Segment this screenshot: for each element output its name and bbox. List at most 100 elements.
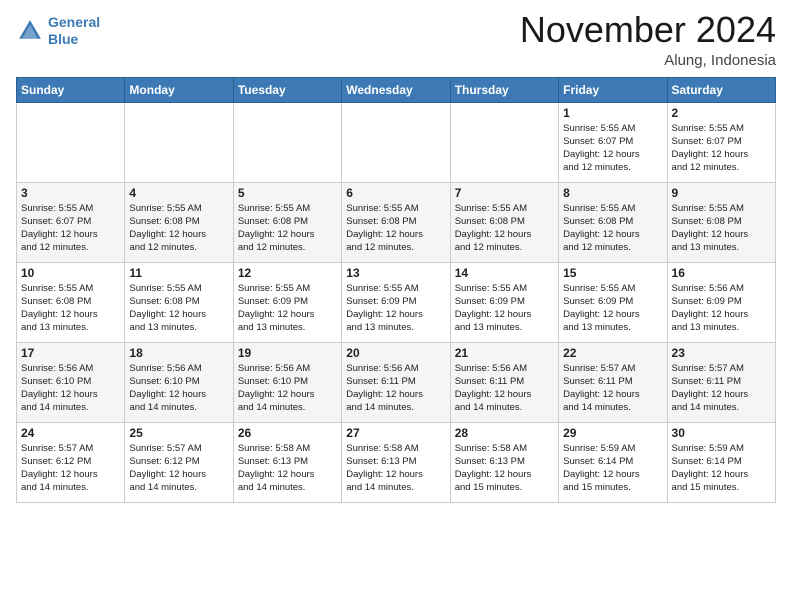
day-number: 25: [129, 426, 228, 440]
day-info: Sunrise: 5:55 AM Sunset: 6:08 PM Dayligh…: [563, 202, 662, 255]
calendar-cell: 5 Sunrise: 5:55 AM Sunset: 6:08 PM Daylig…: [233, 182, 341, 262]
day-info: Sunrise: 5:58 AM Sunset: 6:13 PM Dayligh…: [238, 442, 337, 495]
day-info: Sunrise: 5:56 AM Sunset: 6:09 PM Dayligh…: [672, 282, 771, 335]
day-info: Sunrise: 5:55 AM Sunset: 6:07 PM Dayligh…: [563, 122, 662, 175]
calendar-table: SundayMondayTuesdayWednesdayThursdayFrid…: [16, 77, 776, 503]
day-info: Sunrise: 5:55 AM Sunset: 6:08 PM Dayligh…: [21, 282, 120, 335]
col-header-thursday: Thursday: [450, 77, 558, 102]
day-number: 24: [21, 426, 120, 440]
header: General Blue November 2024 Alung, Indone…: [16, 10, 776, 69]
day-number: 20: [346, 346, 445, 360]
calendar-cell: 25Sunrise: 5:57 AM Sunset: 6:12 PM Dayli…: [125, 422, 233, 502]
day-number: 10: [21, 266, 120, 280]
day-info: Sunrise: 5:56 AM Sunset: 6:10 PM Dayligh…: [21, 362, 120, 415]
col-header-monday: Monday: [125, 77, 233, 102]
day-info: Sunrise: 5:58 AM Sunset: 6:13 PM Dayligh…: [455, 442, 554, 495]
day-number: 7: [455, 186, 554, 200]
day-info: Sunrise: 5:57 AM Sunset: 6:11 PM Dayligh…: [563, 362, 662, 415]
calendar-cell: [450, 102, 558, 182]
calendar-cell: 29Sunrise: 5:59 AM Sunset: 6:14 PM Dayli…: [559, 422, 667, 502]
calendar-cell: 16 Sunrise: 5:56 AM Sunset: 6:09 PM Dayli…: [667, 262, 775, 342]
day-number: 5: [238, 186, 337, 200]
day-number: 6: [346, 186, 445, 200]
calendar-cell: [17, 102, 125, 182]
calendar-subtitle: Alung, Indonesia: [520, 52, 776, 69]
day-info: Sunrise: 5:57 AM Sunset: 6:11 PM Dayligh…: [672, 362, 771, 415]
col-header-tuesday: Tuesday: [233, 77, 341, 102]
calendar-cell: 22Sunrise: 5:57 AM Sunset: 6:11 PM Dayli…: [559, 342, 667, 422]
calendar-title: November 2024: [520, 10, 776, 50]
day-number: 18: [129, 346, 228, 360]
calendar-cell: 3 Sunrise: 5:55 AM Sunset: 6:07 PM Daylig…: [17, 182, 125, 262]
calendar-cell: 12Sunrise: 5:55 AM Sunset: 6:09 PM Dayli…: [233, 262, 341, 342]
calendar-cell: 4Sunrise: 5:55 AM Sunset: 6:08 PM Daylig…: [125, 182, 233, 262]
day-number: 23: [672, 346, 771, 360]
calendar-cell: 13 Sunrise: 5:55 AM Sunset: 6:09 PM Dayli…: [342, 262, 450, 342]
day-number: 9: [672, 186, 771, 200]
col-header-saturday: Saturday: [667, 77, 775, 102]
calendar-cell: 8 Sunrise: 5:55 AM Sunset: 6:08 PM Daylig…: [559, 182, 667, 262]
calendar-cell: 17 Sunrise: 5:56 AM Sunset: 6:10 PM Dayli…: [17, 342, 125, 422]
title-block: November 2024 Alung, Indonesia: [520, 10, 776, 69]
col-header-wednesday: Wednesday: [342, 77, 450, 102]
day-number: 1: [563, 106, 662, 120]
day-number: 26: [238, 426, 337, 440]
day-info: Sunrise: 5:55 AM Sunset: 6:08 PM Dayligh…: [238, 202, 337, 255]
day-number: 17: [21, 346, 120, 360]
day-number: 29: [563, 426, 662, 440]
calendar-cell: 26 Sunrise: 5:58 AM Sunset: 6:13 PM Dayli…: [233, 422, 341, 502]
calendar-cell: 7 Sunrise: 5:55 AM Sunset: 6:08 PM Daylig…: [450, 182, 558, 262]
logo-line2: Blue: [48, 31, 78, 47]
day-info: Sunrise: 5:55 AM Sunset: 6:08 PM Dayligh…: [455, 202, 554, 255]
logo-text: General Blue: [48, 14, 100, 48]
day-info: Sunrise: 5:55 AM Sunset: 6:08 PM Dayligh…: [129, 282, 228, 335]
page: General Blue November 2024 Alung, Indone…: [0, 0, 792, 612]
calendar-cell: 30 Sunrise: 5:59 AM Sunset: 6:14 PM Dayli…: [667, 422, 775, 502]
day-info: Sunrise: 5:55 AM Sunset: 6:09 PM Dayligh…: [455, 282, 554, 335]
calendar-cell: 11 Sunrise: 5:55 AM Sunset: 6:08 PM Dayli…: [125, 262, 233, 342]
day-number: 16: [672, 266, 771, 280]
logo: General Blue: [16, 10, 100, 48]
day-info: Sunrise: 5:55 AM Sunset: 6:07 PM Dayligh…: [672, 122, 771, 175]
day-number: 30: [672, 426, 771, 440]
day-number: 2: [672, 106, 771, 120]
col-header-sunday: Sunday: [17, 77, 125, 102]
calendar-cell: 15 Sunrise: 5:55 AM Sunset: 6:09 PM Dayli…: [559, 262, 667, 342]
day-info: Sunrise: 5:56 AM Sunset: 6:11 PM Dayligh…: [455, 362, 554, 415]
day-info: Sunrise: 5:56 AM Sunset: 6:10 PM Dayligh…: [129, 362, 228, 415]
day-info: Sunrise: 5:59 AM Sunset: 6:14 PM Dayligh…: [672, 442, 771, 495]
calendar-cell: 10 Sunrise: 5:55 AM Sunset: 6:08 PM Dayli…: [17, 262, 125, 342]
calendar-cell: 21 Sunrise: 5:56 AM Sunset: 6:11 PM Dayli…: [450, 342, 558, 422]
calendar-cell: [342, 102, 450, 182]
day-number: 21: [455, 346, 554, 360]
calendar-cell: [125, 102, 233, 182]
day-info: Sunrise: 5:55 AM Sunset: 6:08 PM Dayligh…: [346, 202, 445, 255]
day-number: 28: [455, 426, 554, 440]
logo-icon: [16, 17, 44, 45]
calendar-cell: 27 Sunrise: 5:58 AM Sunset: 6:13 PM Dayli…: [342, 422, 450, 502]
calendar-cell: 23 Sunrise: 5:57 AM Sunset: 6:11 PM Dayli…: [667, 342, 775, 422]
calendar-cell: 14Sunrise: 5:55 AM Sunset: 6:09 PM Dayli…: [450, 262, 558, 342]
day-info: Sunrise: 5:55 AM Sunset: 6:09 PM Dayligh…: [346, 282, 445, 335]
day-number: 27: [346, 426, 445, 440]
calendar-cell: 2 Sunrise: 5:55 AM Sunset: 6:07 PM Daylig…: [667, 102, 775, 182]
day-info: Sunrise: 5:56 AM Sunset: 6:11 PM Dayligh…: [346, 362, 445, 415]
day-number: 8: [563, 186, 662, 200]
day-info: Sunrise: 5:56 AM Sunset: 6:10 PM Dayligh…: [238, 362, 337, 415]
day-number: 19: [238, 346, 337, 360]
day-info: Sunrise: 5:55 AM Sunset: 6:08 PM Dayligh…: [672, 202, 771, 255]
day-number: 15: [563, 266, 662, 280]
day-info: Sunrise: 5:57 AM Sunset: 6:12 PM Dayligh…: [21, 442, 120, 495]
day-number: 12: [238, 266, 337, 280]
day-number: 13: [346, 266, 445, 280]
calendar-cell: 20 Sunrise: 5:56 AM Sunset: 6:11 PM Dayli…: [342, 342, 450, 422]
day-info: Sunrise: 5:55 AM Sunset: 6:09 PM Dayligh…: [563, 282, 662, 335]
calendar-cell: 6 Sunrise: 5:55 AM Sunset: 6:08 PM Daylig…: [342, 182, 450, 262]
day-number: 11: [129, 266, 228, 280]
calendar-cell: 9 Sunrise: 5:55 AM Sunset: 6:08 PM Daylig…: [667, 182, 775, 262]
day-info: Sunrise: 5:55 AM Sunset: 6:07 PM Dayligh…: [21, 202, 120, 255]
calendar-cell: 1 Sunrise: 5:55 AM Sunset: 6:07 PM Daylig…: [559, 102, 667, 182]
day-info: Sunrise: 5:58 AM Sunset: 6:13 PM Dayligh…: [346, 442, 445, 495]
day-number: 3: [21, 186, 120, 200]
calendar-cell: 28 Sunrise: 5:58 AM Sunset: 6:13 PM Dayli…: [450, 422, 558, 502]
